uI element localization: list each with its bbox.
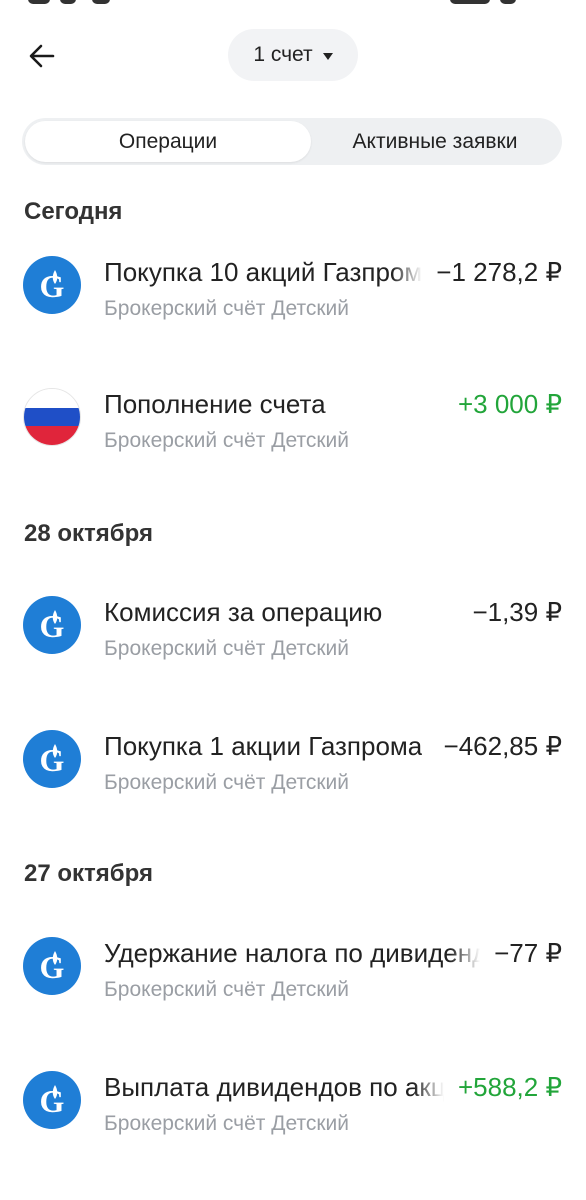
svg-text:G: G: [40, 949, 65, 985]
operation-account: Брокерский счёт Детский: [104, 429, 349, 452]
svg-text:G: G: [40, 268, 65, 304]
account-selector[interactable]: 1 счет: [228, 29, 358, 81]
svg-text:G: G: [40, 1083, 65, 1119]
svg-text:G: G: [40, 608, 65, 644]
account-selector-label: 1 счет: [253, 43, 313, 66]
operation-account: Брокерский счёт Детский: [104, 297, 349, 320]
gazprom-logo-icon: G: [23, 256, 81, 314]
operation-row[interactable]: G −1,39 ₽ Комиссия за операцию Брокерский с…: [0, 585, 586, 665]
gazprom-logo-icon: G: [23, 596, 81, 654]
gazprom-logo-icon: G: [23, 937, 81, 995]
status-icon: [60, 0, 76, 4]
arrow-left-icon: [29, 44, 55, 68]
tab-active-orders[interactable]: Активные заявки: [311, 121, 559, 162]
operation-amount: −77 ₽: [494, 938, 562, 968]
operation-row[interactable]: G −1 278,2 ₽ Покупка 10 акций Газпрома Брок…: [0, 245, 586, 325]
russian-flag-icon: [23, 388, 81, 446]
operation-account: Брокерский счёт Детский: [104, 771, 349, 794]
title-fade: [414, 1068, 444, 1104]
gazprom-logo-icon: G: [23, 730, 81, 788]
operation-row[interactable]: G −462,85 ₽ Покупка 1 акции Газпрома Брокер…: [0, 719, 586, 799]
operation-row[interactable]: G +588,2 ₽ Выплата дивидендов по акциям Бро…: [0, 1060, 586, 1140]
section-date-header: 28 октября: [24, 520, 153, 547]
tab-operations[interactable]: Операции: [25, 121, 311, 162]
operation-amount: −1,39 ₽: [472, 597, 562, 627]
operation-amount: +588,2 ₽: [457, 1072, 562, 1102]
operation-account: Брокерский счёт Детский: [104, 637, 349, 660]
tab-label: Активные заявки: [352, 129, 518, 153]
status-bar: [0, 0, 586, 6]
title-fade: [392, 253, 422, 289]
status-icon: [28, 0, 50, 4]
operation-title: Комиссия за операцию: [104, 597, 383, 627]
operation-title: Удержание налога по дивидендам: [104, 938, 480, 968]
battery-icon: [500, 0, 516, 4]
operation-row[interactable]: G −77 ₽ Удержание налога по дивидендам Брок…: [0, 926, 586, 1006]
tab-label: Операции: [118, 129, 218, 153]
section-date-header: 27 октября: [24, 860, 153, 887]
operation-title: Покупка 1 акции Газпрома: [104, 731, 423, 761]
operation-title: Выплата дивидендов по акциям: [104, 1072, 444, 1102]
operation-amount: −462,85 ₽: [443, 731, 562, 761]
signal-icon: [450, 0, 490, 4]
operation-amount: −1 278,2 ₽: [436, 257, 562, 287]
operation-title: Пополнение счета: [104, 389, 326, 419]
operation-title: Покупка 10 акций Газпрома: [104, 257, 422, 287]
operation-account: Брокерский счёт Детский: [104, 978, 349, 1001]
operation-account: Брокерский счёт Детский: [104, 1112, 349, 1135]
title-fade: [450, 934, 480, 970]
operations-tabs: Операции Активные заявки: [22, 118, 562, 165]
back-button[interactable]: [22, 36, 62, 76]
gazprom-logo-icon: G: [23, 1071, 81, 1129]
svg-text:G: G: [40, 742, 65, 778]
status-icon: [92, 0, 110, 4]
operation-amount: +3 000 ₽: [457, 389, 562, 419]
section-date-header: Сегодня: [24, 198, 123, 225]
operation-row[interactable]: +3 000 ₽ Пополнение счета Брокерский счёт …: [0, 377, 586, 457]
caret-down-icon: [322, 52, 333, 60]
